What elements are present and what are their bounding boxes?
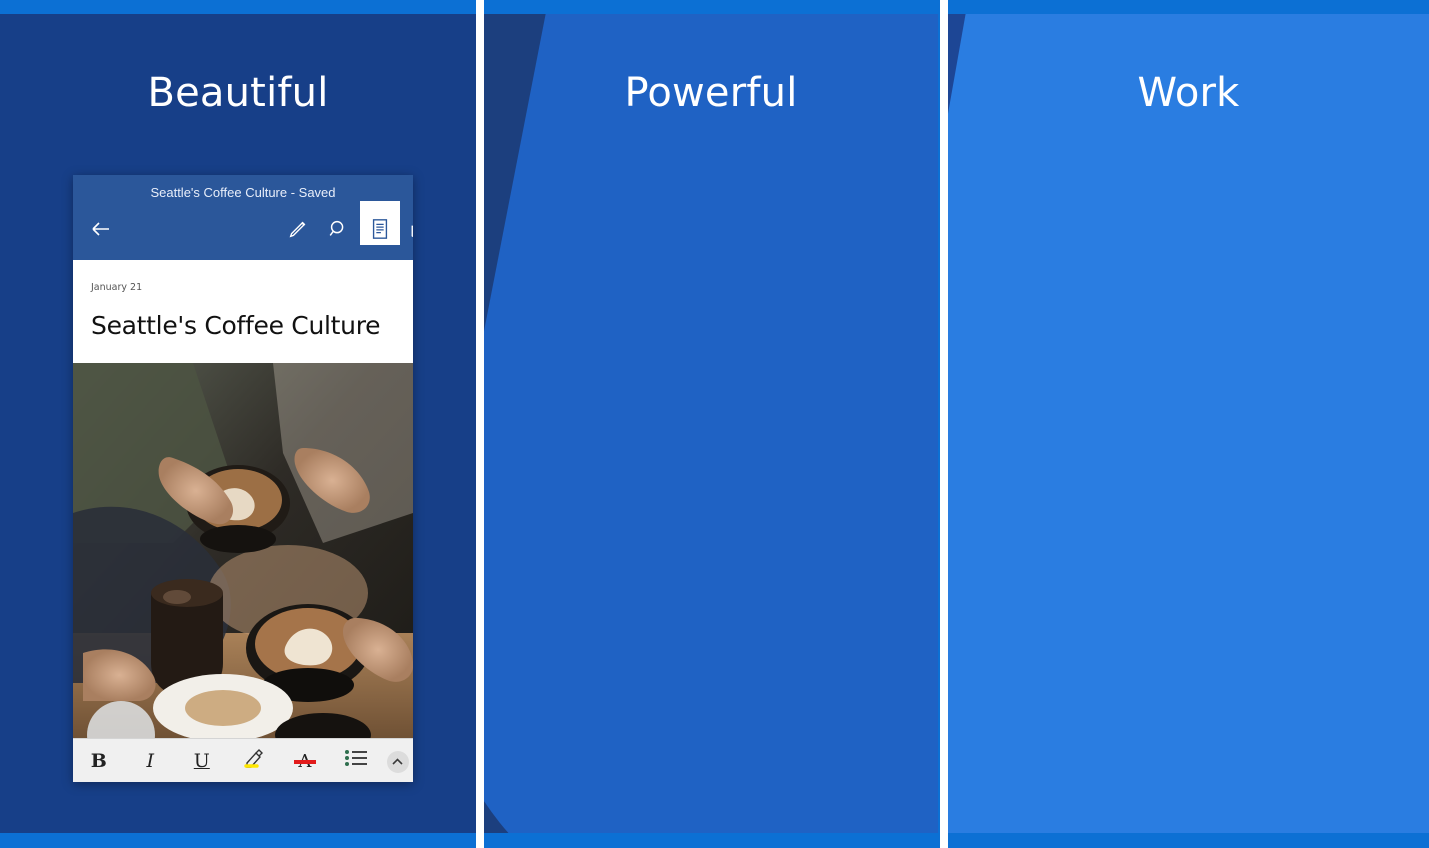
bullet-list-button[interactable] [331,749,383,772]
panel-title-powerful: Powerful [624,70,798,116]
panel-beautiful: Beautiful Seattle's Coffee Culture - Sav… [0,14,476,833]
coffee-photo [73,363,413,743]
share-icon[interactable] [403,209,413,249]
chevron-up-button[interactable] [382,748,413,773]
word-mobile-reading-view: Seattle's Coffee Culture - Saved January… [73,175,413,782]
panel-title-beautiful: Beautiful [147,70,329,116]
document-heading: Seattle's Coffee Culture [91,311,381,340]
highlighter-button[interactable] [228,745,280,776]
panel-work: Work Seattle's Coffee Culture Lorem ipsu… [948,14,1429,833]
panel-title-work: Work [1137,70,1240,116]
header-icon-row [73,209,413,249]
italic-button[interactable]: I [125,750,177,772]
panel-powerful: Powerful Lorem ipsum dolor sit amet, con… [484,14,938,833]
search-icon[interactable] [321,209,355,249]
bold-button[interactable]: B [73,750,125,772]
reading-view-icon[interactable] [363,209,397,249]
underline-button[interactable]: U [176,750,228,772]
app-header: Seattle's Coffee Culture - Saved [73,175,413,260]
document-title-bar: Seattle's Coffee Culture - Saved [150,185,336,200]
back-arrow-icon[interactable] [83,209,119,249]
formatting-toolbar: B I U A [73,738,413,782]
panel2-accent-shape [484,14,938,833]
panel-divider-2 [940,0,948,848]
document-date: January 21 [91,282,143,293]
panel-divider-1 [476,0,484,848]
pencil-edit-icon[interactable] [281,209,315,249]
panel3-accent-shape [948,14,1429,833]
document-meta: January 21 Seattle's Coffee Culture [73,260,413,340]
font-color-button[interactable]: A [279,750,331,772]
screenshot-root: Beautiful Seattle's Coffee Culture - Sav… [0,0,1429,848]
